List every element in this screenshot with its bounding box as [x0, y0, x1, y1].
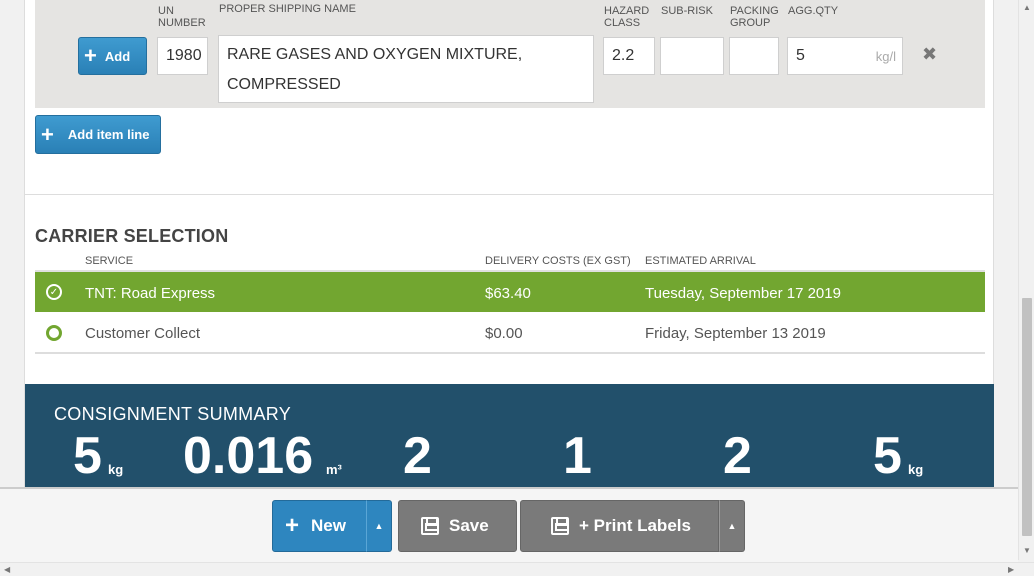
- agg-qty-input[interactable]: 5 kg/l: [787, 37, 903, 75]
- scroll-down-icon[interactable]: ▼: [1023, 546, 1031, 555]
- agg-qty-header: AGG.QTY: [788, 5, 839, 17]
- hazard-class-input[interactable]: 2.2: [603, 37, 655, 75]
- print-labels-button[interactable]: + Print Labels: [520, 500, 719, 552]
- add-item-line-label: Add item line: [67, 127, 150, 142]
- summary-stat-dg-weight: 5: [873, 427, 902, 485]
- summary-stat-packages: 2: [723, 427, 752, 485]
- packing-group-input[interactable]: [729, 37, 779, 75]
- radio-checked-icon[interactable]: ✓: [46, 284, 62, 300]
- sub-risk-header: SUB-RISK: [661, 5, 713, 17]
- plus-icon: +: [84, 43, 97, 68]
- estimated-arrival-header: ESTIMATED ARRIVAL: [645, 255, 756, 267]
- carrier-cost: $63.40: [485, 284, 531, 302]
- new-dropdown-caret-icon[interactable]: ▲: [366, 500, 392, 552]
- add-label: Add: [104, 48, 131, 64]
- delivery-costs-header: DELIVERY COSTS (EX GST): [485, 255, 631, 267]
- carrier-arrival: Tuesday, September 17 2019: [645, 284, 841, 302]
- close-icon[interactable]: ✖: [922, 44, 937, 65]
- summary-stat-dg-weight-unit: kg: [908, 462, 924, 477]
- carrier-arrival: Friday, September 13 2019: [645, 324, 826, 342]
- carrier-service: TNT: Road Express: [85, 284, 216, 302]
- save-label: Save: [449, 516, 489, 535]
- summary-stat-weight: 5: [73, 427, 102, 485]
- hazard-class-header: HAZARD CLASS: [604, 5, 650, 29]
- new-label: New: [311, 516, 346, 535]
- consignment-summary: CONSIGNMENT SUMMARY 5 kg 0.016 m³ 2 1 2 …: [25, 384, 994, 494]
- add-un-button[interactable]: + Add: [78, 37, 147, 75]
- un-number-input[interactable]: 1980: [157, 37, 208, 75]
- carrier-cost: $0.00: [485, 324, 523, 342]
- bottom-toolbar: + New ▲ Save + Print Labels ▲: [0, 487, 1018, 562]
- section-divider: [25, 194, 993, 195]
- summary-stat-dangerous-goods: 1: [563, 427, 592, 485]
- summary-stat-items: 2: [403, 427, 432, 485]
- vertical-scrollbar[interactable]: ▲ ▼: [1018, 0, 1034, 560]
- plus-icon: +: [41, 121, 54, 147]
- vertical-scroll-thumb[interactable]: [1022, 298, 1032, 536]
- scroll-right-icon[interactable]: ▶: [1008, 565, 1014, 574]
- app-frame: UN NUMBER PROPER SHIPPING NAME HAZARD CL…: [0, 0, 1034, 576]
- plus-icon: +: [285, 512, 300, 539]
- new-button[interactable]: + New: [272, 500, 367, 552]
- agg-qty-unit: kg/l: [875, 49, 896, 64]
- print-dropdown-caret-icon[interactable]: ▲: [719, 500, 745, 552]
- sub-risk-input[interactable]: [660, 37, 724, 75]
- consignment-summary-title: CONSIGNMENT SUMMARY: [54, 404, 292, 424]
- packing-group-header: PACKING GROUP: [730, 5, 779, 29]
- carrier-selection-title: CARRIER SELECTION: [35, 226, 229, 246]
- radio-unchecked-icon[interactable]: [46, 325, 62, 341]
- agg-qty-value: 5: [796, 47, 805, 64]
- carrier-row-customer-collect[interactable]: Customer Collect $0.00 Friday, September…: [35, 312, 985, 354]
- carrier-service: Customer Collect: [85, 324, 201, 342]
- save-button[interactable]: Save: [398, 500, 517, 552]
- save-icon: [551, 517, 569, 535]
- carrier-row-tnt-road-express[interactable]: ✓ TNT: Road Express $63.40 Tuesday, Sept…: [35, 270, 985, 312]
- summary-stat-volume-unit: m³: [326, 462, 342, 477]
- add-item-line-button[interactable]: + Add item line: [35, 115, 161, 154]
- horizontal-scrollbar[interactable]: ◀ ▶: [0, 562, 1034, 576]
- scroll-up-icon[interactable]: ▲: [1023, 3, 1031, 12]
- print-labels-label: + Print Labels: [579, 516, 691, 535]
- proper-shipping-name-header: PROPER SHIPPING NAME: [219, 3, 356, 15]
- summary-stat-weight-unit: kg: [108, 462, 124, 477]
- save-icon: [421, 517, 439, 535]
- proper-shipping-name-input[interactable]: RARE GASES AND OXYGEN MIXTURE, COMPRESSE…: [218, 35, 594, 103]
- service-header: SERVICE: [85, 255, 134, 267]
- scroll-left-icon[interactable]: ◀: [4, 565, 10, 574]
- summary-stat-volume: 0.016: [183, 427, 314, 485]
- un-number-header: UN NUMBER: [158, 5, 206, 29]
